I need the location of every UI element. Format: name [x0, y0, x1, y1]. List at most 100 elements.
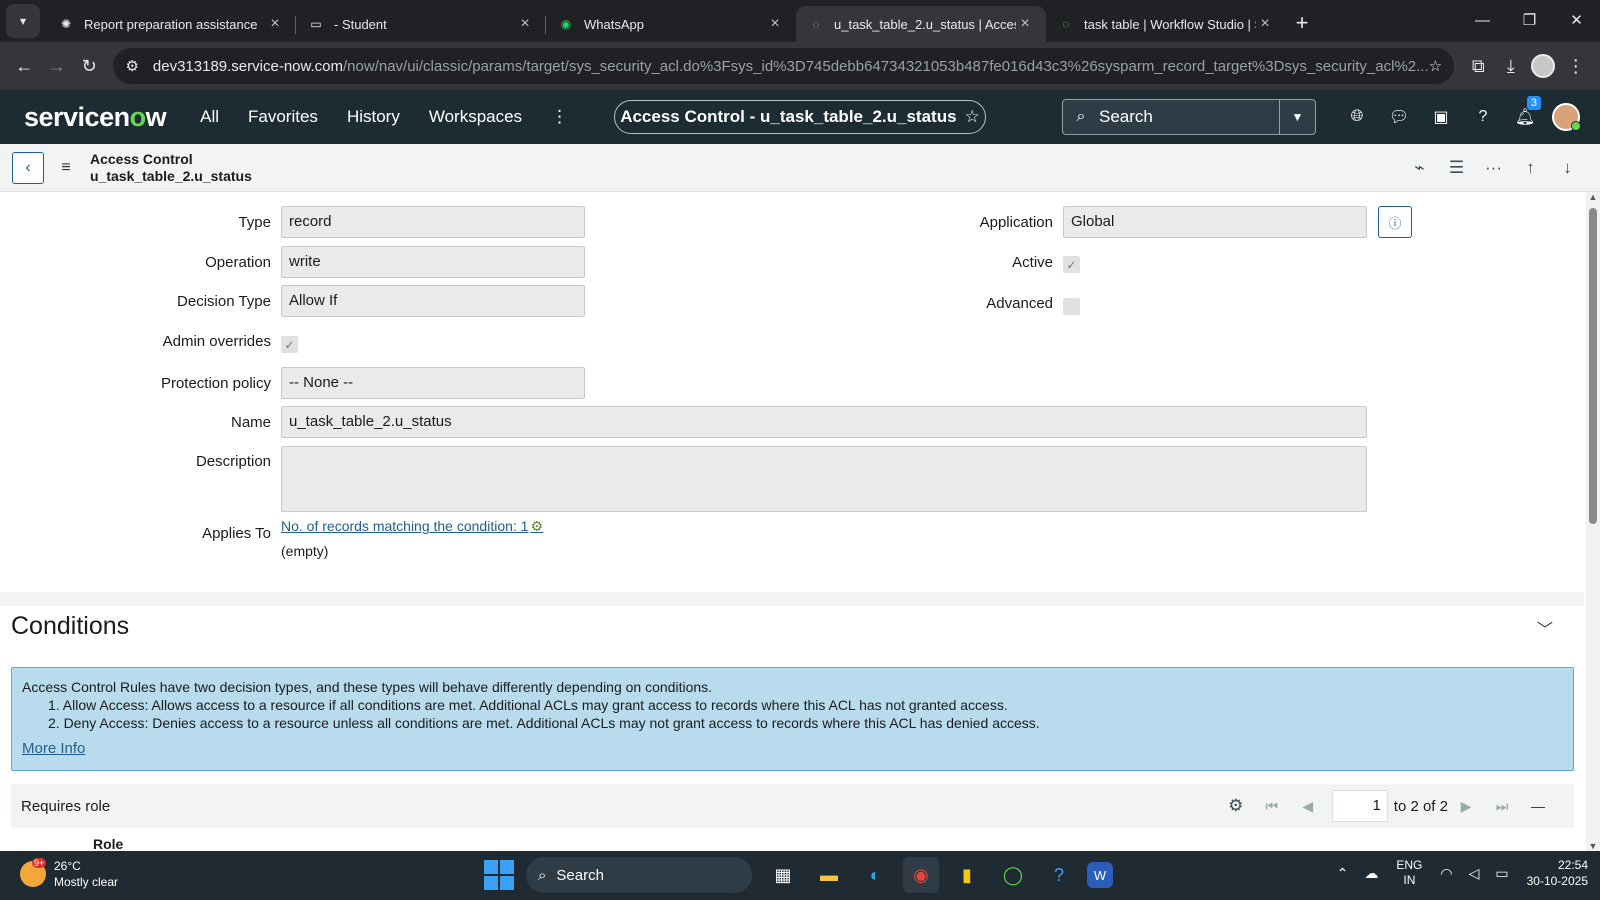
scroll-down-icon[interactable]: ▼ [1586, 841, 1600, 851]
onedrive-icon[interactable]: ☁ [1364, 865, 1378, 882]
chrome-menu-icon[interactable]: ⋮ [1560, 49, 1592, 83]
more-info-link[interactable]: More Info [22, 740, 85, 758]
active-label: Active [1012, 254, 1053, 271]
next-record-icon[interactable]: ↓ [1549, 152, 1586, 184]
name-label: Name [230, 414, 271, 431]
close-window-icon[interactable]: ✕ [1553, 0, 1600, 40]
download-icon[interactable]: ⤓ [1495, 49, 1527, 83]
nav-workspaces[interactable]: Workspaces [429, 107, 522, 127]
page-input[interactable]: 1 [1331, 790, 1388, 822]
browser-tab[interactable]: ◉ WhatsApp × [546, 6, 796, 42]
previous-record-icon[interactable]: ↑ [1512, 152, 1549, 184]
close-tab-icon[interactable]: × [1256, 15, 1274, 33]
inbox-icon[interactable]: ▣ [1420, 102, 1462, 132]
global-search[interactable]: ⌕ Search ▼ [1062, 99, 1316, 135]
close-tab-icon[interactable]: × [1016, 15, 1034, 33]
activity-icon[interactable]: ⌁ [1401, 152, 1438, 184]
next-page-icon[interactable]: ▶ [1448, 798, 1484, 815]
profile-avatar[interactable] [1527, 49, 1559, 83]
first-page-icon[interactable]: ⏮ [1254, 798, 1290, 815]
filter-icon[interactable]: ⚙ [530, 518, 543, 534]
vertical-scrollbar[interactable]: ▲ ▼ [1586, 192, 1600, 851]
bell-icon[interactable]: 🔔︎ 3 [1504, 96, 1546, 132]
reload-icon[interactable]: ↻ [73, 49, 105, 83]
weather-widget[interactable]: 9+ 26°C Mostly clear [20, 858, 118, 890]
type-label: Type [238, 214, 271, 231]
back-button[interactable]: ‹ [12, 151, 44, 184]
forward-arrow-icon[interactable]: → [40, 49, 72, 83]
operation-field[interactable]: write [281, 246, 585, 278]
active-checkbox[interactable]: ✓ [1063, 256, 1080, 273]
search-scope-dropdown[interactable]: ▼ [1279, 100, 1315, 134]
browser-tab[interactable]: ▭ - Student × [296, 6, 546, 42]
gear-icon[interactable]: ⚙ [1218, 796, 1254, 816]
advanced-checkbox[interactable] [1063, 298, 1080, 315]
bookmark-star-icon[interactable]: ☆ [1429, 57, 1442, 75]
name-field[interactable]: u_task_table_2.u_status [281, 406, 1367, 438]
chat-icon[interactable]: 💬︎ [1378, 102, 1420, 132]
description-field[interactable] [281, 446, 1367, 512]
column-header-role[interactable]: Role [93, 836, 123, 851]
file-explorer-icon[interactable]: ▬ [811, 857, 847, 893]
browser-tab[interactable]: ✺ Report preparation assistance × [46, 6, 296, 42]
close-tab-icon[interactable]: × [766, 15, 784, 33]
settings-sliders-icon[interactable]: ☰ [1438, 152, 1475, 184]
powerbi-icon[interactable]: ▮ [949, 857, 985, 893]
collapse-icon[interactable]: — [1520, 798, 1556, 814]
url-host: dev313189.service-now.com [152, 57, 344, 75]
volume-icon[interactable]: ◁ [1469, 865, 1480, 882]
admin-overrides-checkbox[interactable]: ✓ [281, 336, 298, 353]
language-indicator[interactable]: ENG IN [1396, 858, 1422, 888]
extensions-icon[interactable]: ⧉ [1462, 49, 1494, 83]
chevron-down-icon[interactable]: ﹀ [1537, 616, 1553, 640]
battery-icon[interactable]: ▭ [1495, 865, 1508, 882]
clock[interactable]: 22:54 30-10-2025 [1527, 857, 1588, 889]
form-tools: ⌁ ☰ ··· ↑ ↓ [1401, 152, 1586, 184]
help-icon[interactable]: ? [1462, 102, 1504, 132]
close-tab-icon[interactable]: × [266, 15, 284, 33]
type-field[interactable]: record [281, 206, 585, 238]
scroll-up-icon[interactable]: ▲ [1586, 192, 1600, 202]
applies-to-link[interactable]: No. of records matching the condition: 1… [281, 518, 543, 535]
application-field[interactable]: Global [1063, 206, 1367, 238]
servicenow-logo[interactable]: servicenow [24, 102, 167, 133]
form-title: Access Control u_task_table_2.u_status [90, 150, 252, 184]
decision-type-field[interactable]: Allow If [281, 285, 585, 317]
user-avatar[interactable] [1552, 103, 1581, 131]
context-title-pill[interactable]: Access Control - u_task_table_2.u_status… [614, 100, 986, 134]
url-field[interactable]: ⚙ dev313189.service-now.com/now/nav/ui/c… [113, 48, 1455, 84]
minimize-icon[interactable]: — [1459, 0, 1506, 40]
info-icon[interactable]: ⓘ [1378, 206, 1412, 238]
globe-icon[interactable]: 🌐︎ [1336, 102, 1378, 132]
last-page-icon[interactable]: ⏭ [1484, 798, 1520, 815]
windows-start-icon[interactable] [484, 860, 514, 890]
help-app-icon[interactable]: ? [1041, 857, 1077, 893]
task-view-icon[interactable]: ▦ [765, 857, 801, 893]
nav-history[interactable]: History [347, 107, 400, 127]
wifi-icon[interactable]: ◠ [1440, 865, 1452, 882]
protection-policy-select[interactable]: -- None -- [281, 367, 585, 399]
browser-tab-active[interactable]: ◌ u_task_table_2.u_status | Access × [796, 6, 1046, 42]
tab-search-button[interactable]: ▾ [6, 4, 40, 38]
edge-icon[interactable]: ◐ [857, 857, 893, 893]
hamburger-menu-icon[interactable]: ≡ [50, 159, 82, 177]
new-tab-button[interactable]: + [1286, 7, 1318, 39]
taskbar-search[interactable]: ⌕ Search [526, 857, 752, 893]
favorite-star-icon[interactable]: ☆ [965, 107, 980, 127]
chrome-icon[interactable]: ◉ [903, 857, 939, 893]
nav-all[interactable]: All [200, 107, 219, 127]
weather-icon: 9+ [20, 858, 47, 887]
scroll-thumb[interactable] [1589, 208, 1597, 524]
browser-tab[interactable]: ◌ task table | Workflow Studio | S × [1046, 6, 1286, 42]
servicenow-app-icon[interactable]: ◯ [995, 857, 1031, 893]
previous-page-icon[interactable]: ◀ [1290, 798, 1326, 815]
close-tab-icon[interactable]: × [516, 15, 534, 33]
chevron-up-icon[interactable]: ⌃ [1337, 865, 1349, 882]
restore-icon[interactable]: ❐ [1506, 0, 1553, 40]
nav-favorites[interactable]: Favorites [248, 107, 318, 127]
back-arrow-icon[interactable]: ← [8, 49, 40, 83]
site-settings-icon[interactable]: ⚙ [125, 57, 138, 75]
more-menu-icon[interactable]: ⋮ [551, 107, 568, 127]
more-options-icon[interactable]: ··· [1475, 152, 1512, 184]
word-icon[interactable]: W [1087, 862, 1113, 888]
